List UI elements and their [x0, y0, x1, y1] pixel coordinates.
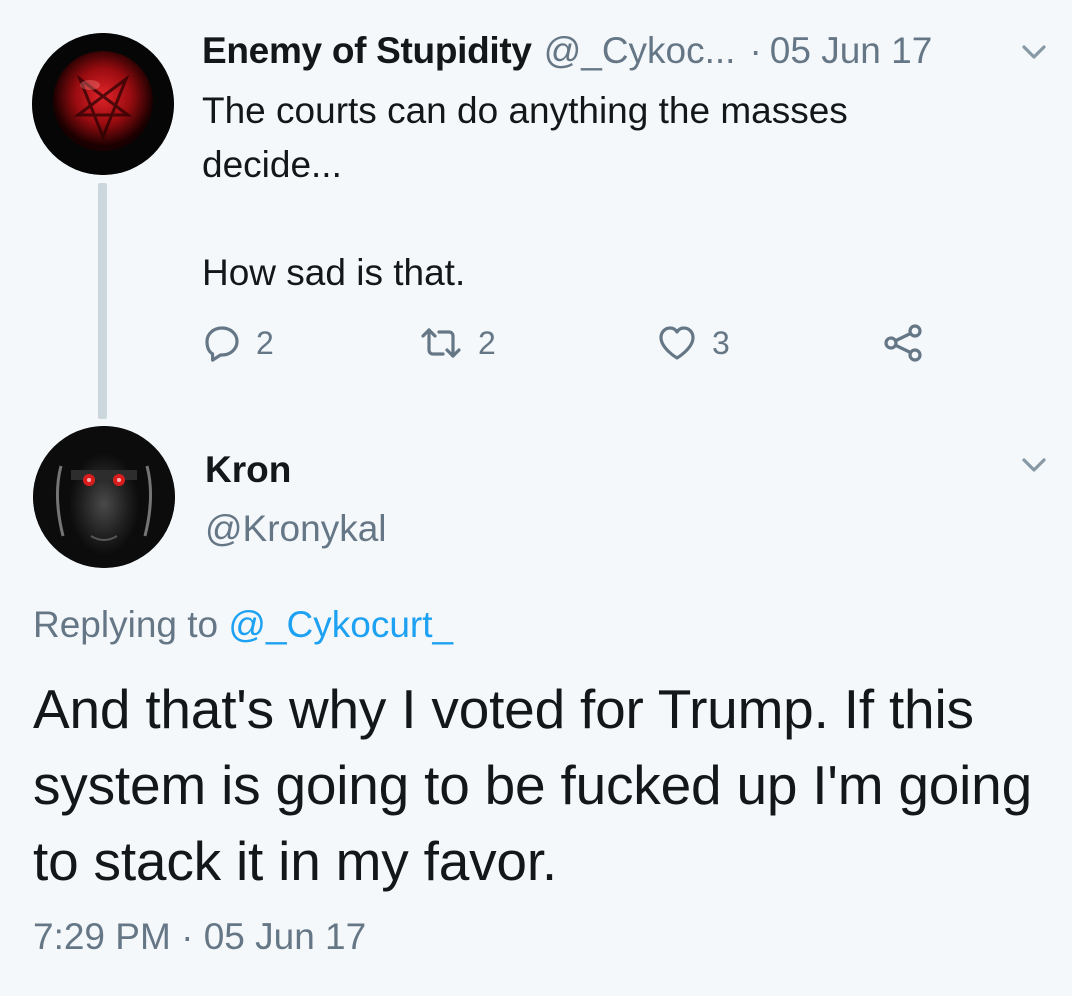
reply-button[interactable]: 2 — [202, 318, 274, 368]
retweet-icon — [418, 323, 464, 363]
replying-to-mention[interactable]: @_Cykocurt_ — [228, 604, 453, 645]
parent-header: Enemy of Stupidity @_Cykoc... · 05 Jun 1… — [202, 30, 933, 72]
reply-timestamp[interactable]: 7:29 PM · 05 Jun 17 — [33, 916, 366, 958]
parent-handle[interactable]: @_Cykoc... — [544, 30, 736, 72]
parent-display-name[interactable]: Enemy of Stupidity — [202, 30, 532, 72]
retweet-count: 2 — [478, 324, 496, 361]
replying-to: Replying to @_Cykocurt_ — [33, 604, 453, 646]
share-button[interactable] — [882, 318, 926, 368]
reply-handle[interactable]: @Kronykal — [205, 508, 387, 550]
like-count: 3 — [712, 324, 730, 361]
reply-date: 05 Jun 17 — [203, 916, 367, 957]
chevron-down-icon[interactable] — [1016, 447, 1052, 483]
like-button[interactable]: 3 — [656, 318, 730, 368]
replying-to-label: Replying to — [33, 604, 219, 645]
reply-display-name[interactable]: Kron — [205, 449, 291, 491]
parent-date[interactable]: 05 Jun 17 — [770, 30, 933, 72]
heart-icon — [656, 323, 698, 363]
parent-separator: · — [749, 30, 762, 71]
reply-separator: · — [181, 916, 194, 957]
reply-count: 2 — [256, 324, 274, 361]
parent-avatar[interactable] — [32, 33, 174, 175]
reply-time: 7:29 PM — [33, 916, 171, 957]
reply-avatar[interactable] — [33, 426, 175, 568]
chevron-down-icon[interactable] — [1016, 34, 1052, 70]
thread-line — [98, 183, 107, 419]
reply-tweet-text: And that's why I voted for Trump. If thi… — [33, 678, 1032, 892]
tweet-actions: 2 2 3 — [200, 318, 960, 368]
reply-icon — [202, 323, 242, 363]
retweet-button[interactable]: 2 — [418, 318, 496, 368]
share-icon — [882, 323, 926, 363]
parent-tweet-text: The courts can do anything the masses de… — [202, 90, 848, 293]
